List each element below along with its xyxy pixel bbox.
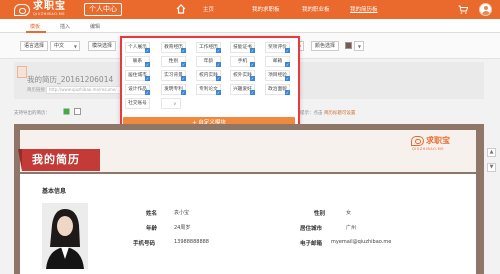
- check-icon: ✓: [181, 48, 186, 53]
- check-icon: ✓: [285, 90, 290, 95]
- label-gender: 性别: [314, 211, 326, 217]
- module-gender[interactable]: 性别 ✓: [161, 56, 186, 67]
- brand-mark-icon: [14, 3, 30, 16]
- scroll-down-button[interactable]: ▼: [487, 163, 496, 172]
- chevron-down-icon: ▼: [357, 44, 361, 49]
- personal-center-button[interactable]: 个人中心: [84, 3, 122, 16]
- check-icon: ✓: [145, 48, 150, 53]
- module-social-accounts[interactable]: 社交账号: [125, 98, 150, 109]
- nav-home[interactable]: 主页: [203, 5, 214, 13]
- check-icon: ✓: [145, 62, 150, 67]
- check-icon: ✓: [216, 62, 221, 67]
- check-icon: ✓: [250, 62, 255, 67]
- check-icon: ✓: [250, 76, 255, 81]
- tip-text: 提示：点击 简历标题可设置: [300, 111, 356, 116]
- module-patents[interactable]: 发明专利 ✓: [161, 84, 186, 95]
- value-city[interactable]: 广州: [346, 224, 356, 231]
- color-dropdown[interactable]: ▼: [354, 41, 364, 51]
- label-age: 年龄: [146, 226, 158, 232]
- module-city[interactable]: 居住城市 ✓: [125, 70, 150, 81]
- color-swatch[interactable]: [345, 42, 352, 49]
- resume-link-field[interactable]: http://www.qiuzhibao.me/resume/...: [46, 86, 126, 94]
- check-icon: ✓: [250, 48, 255, 53]
- tab-edit[interactable]: 编辑: [90, 23, 100, 30]
- module-contact[interactable]: 联系 ✓: [125, 56, 150, 67]
- check-icon: ✓: [145, 90, 150, 95]
- module-design-works[interactable]: 设计作品 ✓: [125, 84, 150, 95]
- value-email[interactable]: myemail@qiuzhibao.me: [331, 239, 391, 245]
- module-hobbies[interactable]: 兴趣爱好 ✓: [230, 84, 255, 95]
- check-icon: ✓: [181, 90, 186, 95]
- value-gender[interactable]: 女: [346, 209, 351, 216]
- check-icon: ✓: [216, 76, 221, 81]
- check-icon: ✓: [285, 76, 290, 81]
- check-icon: ✓: [181, 62, 186, 67]
- brand-name: 求职宝: [33, 1, 66, 13]
- resume-thumbnail: [17, 66, 27, 78]
- module-personal-showcase[interactable]: 个人展示 ✓: [125, 42, 150, 53]
- language-select-button[interactable]: 语言选择: [20, 41, 49, 51]
- tip-link[interactable]: 简历标题可设置: [324, 111, 356, 116]
- chevron-down-icon: ▼: [73, 44, 77, 49]
- user-avatar[interactable]: [479, 3, 492, 16]
- module-skills[interactable]: 技能证书 ✓: [230, 42, 255, 53]
- top-nav: 求职宝 QIUZHIBAO.ME 个人中心 主页 我的求职板 我的职业板 我的简…: [0, 0, 500, 19]
- module-papers[interactable]: 专利论文 ✓: [196, 84, 221, 95]
- brand-mark-icon: [411, 135, 424, 146]
- word-icon[interactable]: [63, 108, 70, 115]
- check-icon: ✓: [250, 90, 255, 95]
- tab-template[interactable]: 模板: [30, 23, 40, 30]
- module-projects[interactable]: 项目经验 ✓: [265, 70, 290, 81]
- check-icon: ✓: [216, 90, 221, 95]
- person-photo-icon: [42, 203, 88, 269]
- module-political[interactable]: 政治面貌 ✓: [265, 84, 290, 95]
- module-offcampus-practice[interactable]: 校外实践 ✓: [230, 70, 255, 81]
- section-basic-info[interactable]: 基本信息: [42, 186, 66, 195]
- check-icon: ✓: [285, 62, 290, 67]
- profile-photo[interactable]: [42, 203, 88, 269]
- value-age[interactable]: 24周岁: [174, 224, 190, 231]
- module-phone[interactable]: 手机 ✓: [230, 56, 255, 67]
- tab-insert[interactable]: 插入: [60, 23, 70, 30]
- color-select-button[interactable]: 颜色选择: [311, 41, 340, 51]
- watermark: Baidu 经验: [410, 261, 449, 269]
- module-education[interactable]: 教育经历 ✓: [161, 42, 186, 53]
- label-city: 居住城市: [300, 226, 323, 232]
- resume-name[interactable]: 我的简历_20161206014: [27, 74, 113, 85]
- module-campus-practice[interactable]: 校内实践 ✓: [196, 70, 221, 81]
- check-icon: ✓: [181, 76, 186, 81]
- label-email: 电子邮箱: [300, 241, 323, 247]
- chevron-down-icon: v: [173, 101, 176, 106]
- scroll-up-button[interactable]: ▲: [487, 148, 496, 157]
- nav-resume-board[interactable]: 我的简历板: [350, 5, 378, 13]
- module-awards[interactable]: 奖项评价 ✓: [265, 42, 290, 53]
- resume-title[interactable]: 我的简历: [32, 151, 80, 167]
- brand-logo[interactable]: 求职宝 QIUZHIBAO.ME: [14, 2, 66, 17]
- pdf-icon[interactable]: [74, 108, 81, 115]
- home-icon[interactable]: [176, 4, 186, 14]
- module-email[interactable]: 邮箱 ✓: [265, 56, 290, 67]
- nav-job-board[interactable]: 我的求职板: [252, 5, 280, 13]
- module-extra[interactable]: v: [161, 98, 181, 109]
- language-dropdown[interactable]: 中文 ▼: [50, 41, 80, 51]
- value-phone[interactable]: 13988888888: [174, 239, 209, 245]
- module-age[interactable]: 年龄 ✓: [196, 56, 221, 67]
- module-select-button[interactable]: 模块选择: [88, 41, 117, 51]
- export-hint: 支持导出的简历：: [14, 111, 50, 116]
- label-phone: 手机号码: [133, 241, 156, 247]
- check-icon: ✓: [145, 76, 150, 81]
- resume-logo-en: QIUZHIBAO.ME: [412, 147, 445, 151]
- module-internship[interactable]: 实习背景 ✓: [161, 70, 186, 81]
- module-work[interactable]: 工作经历 ✓: [196, 42, 221, 53]
- resume-logo: 求职宝: [411, 135, 450, 146]
- brand-name-en: QIUZHIBAO.ME: [33, 12, 66, 17]
- check-icon: ✓: [285, 48, 290, 53]
- label-name: 姓名: [146, 211, 158, 217]
- editor-tabs: 模板 插入 编辑: [0, 19, 500, 33]
- value-name[interactable]: 袁小宝: [174, 209, 189, 216]
- nav-career-board[interactable]: 我的职业板: [302, 5, 330, 13]
- check-icon: ✓: [216, 48, 221, 53]
- cart-icon[interactable]: [458, 5, 468, 14]
